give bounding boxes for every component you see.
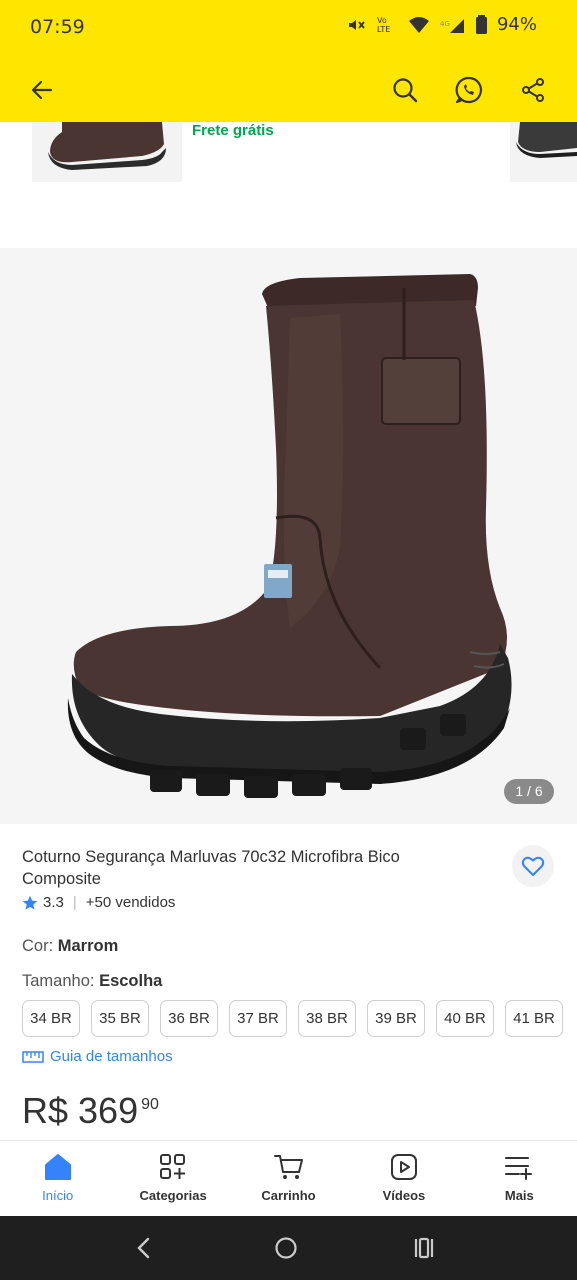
ruler-icon bbox=[22, 1050, 44, 1063]
product-title: Coturno Segurança Marluvas 70c32 Microfi… bbox=[22, 848, 400, 888]
signal-icon: 4G bbox=[440, 18, 464, 33]
size-option[interactable]: 37 BR bbox=[229, 1000, 287, 1037]
price-cents: 90 bbox=[141, 1096, 159, 1113]
svg-text:Vo: Vo bbox=[377, 16, 387, 25]
nav-item-categorias[interactable]: Categorias bbox=[115, 1141, 230, 1216]
circle-home-icon bbox=[275, 1237, 297, 1259]
categories-icon bbox=[160, 1154, 186, 1179]
video-icon bbox=[390, 1154, 417, 1180]
whatsapp-icon bbox=[455, 76, 483, 104]
battery-icon bbox=[475, 14, 487, 34]
price-main: R$ 369 bbox=[22, 1090, 139, 1131]
wifi-icon bbox=[408, 16, 429, 33]
size-option[interactable]: 38 BR bbox=[298, 1000, 356, 1037]
arrow-left-icon bbox=[31, 80, 53, 100]
share-button[interactable] bbox=[517, 74, 549, 106]
size-option[interactable]: 35 BR bbox=[91, 1000, 149, 1037]
share-icon bbox=[522, 78, 544, 102]
boot-thumbnail-image bbox=[48, 122, 166, 170]
back-button[interactable] bbox=[26, 74, 58, 106]
size-option[interactable]: 36 BR bbox=[160, 1000, 218, 1037]
cart-icon bbox=[273, 1155, 303, 1179]
mute-icon bbox=[348, 19, 365, 30]
boot-product-image bbox=[67, 274, 512, 798]
recents-icon bbox=[414, 1237, 434, 1259]
nav-item-inicio[interactable]: Início bbox=[0, 1141, 115, 1216]
boot-thumbnail-image bbox=[516, 122, 577, 158]
status-time: 07:59 bbox=[30, 16, 85, 38]
bottom-navigation: Início Categorias Carrinho Vídeos Mais bbox=[0, 1140, 577, 1216]
product-image-gallery[interactable] bbox=[0, 248, 577, 824]
related-product-thumbnail[interactable] bbox=[510, 122, 577, 182]
search-button[interactable] bbox=[389, 74, 421, 106]
system-navigation-bar bbox=[0, 1216, 577, 1280]
rating-row[interactable]: 3.3 | +50 vendidos bbox=[22, 894, 175, 911]
size-value: Escolha bbox=[99, 972, 163, 990]
search-icon bbox=[393, 78, 418, 103]
system-home-button[interactable] bbox=[274, 1236, 298, 1265]
home-icon bbox=[44, 1154, 71, 1180]
svg-text:4G: 4G bbox=[440, 20, 450, 28]
gallery-counter: 1 / 6 bbox=[504, 779, 554, 804]
size-guide-label: Guia de tamanhos bbox=[50, 1048, 173, 1065]
color-value: Marrom bbox=[57, 937, 119, 955]
nav-label: Início bbox=[42, 1188, 74, 1203]
color-label: Cor: bbox=[22, 937, 54, 955]
related-products-strip: Frete grátis bbox=[0, 122, 577, 248]
product-price: R$ 369 90 bbox=[22, 1090, 159, 1132]
size-option[interactable]: 34 BR bbox=[22, 1000, 80, 1037]
status-bar: 07:59 Vo LTE 4G 94% bbox=[0, 0, 577, 58]
color-attribute: Cor: Marrom bbox=[22, 937, 118, 956]
battery-percent: 94% bbox=[496, 14, 537, 35]
nav-label: Vídeos bbox=[382, 1188, 426, 1203]
nav-label: Carrinho bbox=[261, 1188, 316, 1203]
nav-item-mais[interactable]: Mais bbox=[462, 1141, 577, 1216]
free-shipping-label: Frete grátis bbox=[192, 122, 274, 139]
nav-label: Mais bbox=[504, 1188, 534, 1203]
size-option[interactable]: 41 BR bbox=[505, 1000, 563, 1037]
status-icons: Vo LTE 4G 94% bbox=[346, 14, 537, 35]
size-attribute: Tamanho: Escolha bbox=[22, 972, 162, 991]
volte-icon: VoLTE bbox=[377, 16, 390, 34]
svg-text:LTE: LTE bbox=[377, 25, 390, 34]
menu-plus-icon bbox=[505, 1157, 533, 1180]
rating-value: 3.3 bbox=[43, 894, 64, 911]
sold-count: +50 vendidos bbox=[85, 894, 176, 911]
size-guide-link[interactable]: Guia de tamanhos bbox=[22, 1048, 173, 1065]
size-option[interactable]: 40 BR bbox=[436, 1000, 494, 1037]
size-options: 34 BR 35 BR 36 BR 37 BR 38 BR 39 BR 40 B… bbox=[22, 1000, 563, 1037]
system-recents-button[interactable] bbox=[412, 1236, 436, 1265]
nav-item-videos[interactable]: Vídeos bbox=[346, 1141, 461, 1216]
whatsapp-button[interactable] bbox=[453, 74, 485, 106]
chevron-left-icon bbox=[137, 1237, 150, 1259]
favorite-button[interactable] bbox=[512, 845, 554, 887]
star-icon bbox=[22, 895, 38, 910]
heart-icon bbox=[521, 856, 545, 876]
system-back-button[interactable] bbox=[134, 1236, 154, 1265]
app-bar bbox=[0, 58, 577, 122]
size-label: Tamanho: bbox=[22, 972, 95, 990]
rating-separator: | bbox=[72, 894, 77, 911]
size-option[interactable]: 39 BR bbox=[367, 1000, 425, 1037]
related-product-thumbnail[interactable] bbox=[32, 122, 182, 182]
nav-label: Categorias bbox=[139, 1188, 207, 1203]
nav-item-carrinho[interactable]: Carrinho bbox=[231, 1141, 346, 1216]
